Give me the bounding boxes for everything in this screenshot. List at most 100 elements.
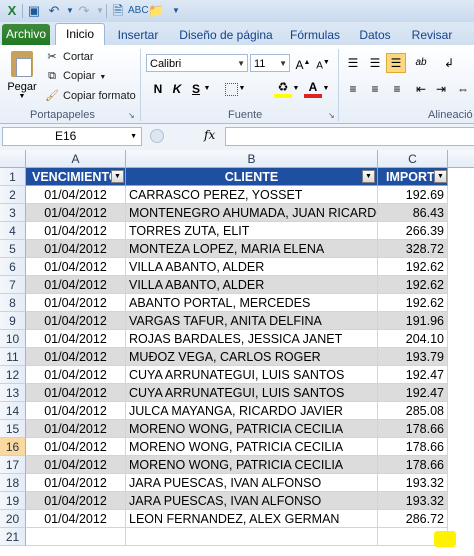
cell-importe[interactable]: 192.62: [378, 276, 448, 294]
row-header[interactable]: 5: [0, 240, 26, 258]
cell-cliente[interactable]: CARRASCO PEREZ, YOSSET: [126, 186, 378, 204]
cell-importe[interactable]: 192.47: [378, 366, 448, 384]
italic-button[interactable]: K: [168, 80, 186, 98]
column-header-b[interactable]: B: [126, 150, 378, 168]
cell-importe[interactable]: 193.32: [378, 492, 448, 510]
customize-icon[interactable]: ▼: [168, 3, 184, 19]
filter-dropdown-icon[interactable]: ▼: [434, 170, 447, 183]
row-header[interactable]: 4: [0, 222, 26, 240]
tab-inicio[interactable]: Inicio: [55, 23, 105, 46]
cell-cliente[interactable]: [126, 528, 378, 546]
tab-diseno-pagina[interactable]: Diseño de página: [174, 25, 278, 45]
wrap-text-icon[interactable]: ↲: [440, 54, 458, 72]
row-header[interactable]: 3: [0, 204, 26, 222]
tab-formulas[interactable]: Fórmulas: [284, 25, 346, 45]
row-header[interactable]: 11: [0, 348, 26, 366]
cell-vencimiento[interactable]: 01/04/2012: [26, 456, 126, 474]
cell-vencimiento[interactable]: 01/04/2012: [26, 204, 126, 222]
cell-importe[interactable]: 192.62: [378, 294, 448, 312]
increase-indent-icon[interactable]: ⇥: [432, 80, 450, 98]
fill-color-icon[interactable]: ♻: [274, 78, 292, 98]
row-header[interactable]: 18: [0, 474, 26, 492]
borders-dropdown-icon[interactable]: ▼: [238, 80, 246, 98]
paste-button[interactable]: Pegar ▼: [4, 49, 40, 105]
cell-cliente[interactable]: MONTEZA LOPEZ, MARIA ELENA: [126, 240, 378, 258]
column-title-importe[interactable]: IMPORTE ▼: [378, 168, 448, 186]
cell-importe[interactable]: 266.39: [378, 222, 448, 240]
cell-cliente[interactable]: ROJAS BARDALES, JESSICA JANET: [126, 330, 378, 348]
cell-vencimiento[interactable]: [26, 528, 126, 546]
tab-archivo[interactable]: Archivo: [2, 24, 50, 45]
select-all-corner[interactable]: [0, 150, 26, 168]
align-right-icon[interactable]: ≡: [388, 80, 406, 98]
cell-importe[interactable]: 178.66: [378, 456, 448, 474]
cell-cliente[interactable]: VILLA ABANTO, ALDER: [126, 276, 378, 294]
row-header[interactable]: 10: [0, 330, 26, 348]
cell-cliente[interactable]: MORENO WONG, PATRICIA CECILIA: [126, 420, 378, 438]
row-header[interactable]: 8: [0, 294, 26, 312]
font-size-combo[interactable]: 11 ▼: [250, 54, 290, 72]
column-header-a[interactable]: A: [26, 150, 126, 168]
dialog-launcher-icon[interactable]: ↘: [128, 111, 135, 120]
cell-vencimiento[interactable]: 01/04/2012: [26, 510, 126, 528]
cell-cliente[interactable]: VARGAS TAFUR, ANITA DELFINA: [126, 312, 378, 330]
undo-icon[interactable]: ↶: [46, 3, 62, 19]
cell-vencimiento[interactable]: 01/04/2012: [26, 348, 126, 366]
name-box[interactable]: E16 ▼: [2, 127, 142, 146]
cell-cliente[interactable]: MORENO WONG, PATRICIA CECILIA: [126, 456, 378, 474]
cell-importe[interactable]: 285.08: [378, 402, 448, 420]
chevron-down-icon[interactable]: ▼: [279, 55, 287, 73]
decrease-indent-icon[interactable]: ⇤: [412, 80, 430, 98]
cell-vencimiento[interactable]: 01/04/2012: [26, 258, 126, 276]
filter-dropdown-icon[interactable]: ▼: [111, 170, 124, 183]
cell-importe[interactable]: 192.62: [378, 258, 448, 276]
cell-vencimiento[interactable]: 01/04/2012: [26, 276, 126, 294]
cell-importe[interactable]: 86.43: [378, 204, 448, 222]
filter-dropdown-icon[interactable]: ▼: [362, 170, 375, 183]
cell-importe[interactable]: 192.69: [378, 186, 448, 204]
merge-center-icon[interactable]: ⇔: [454, 80, 472, 98]
align-top-icon[interactable]: ☰: [344, 54, 362, 72]
row-header[interactable]: 6: [0, 258, 26, 276]
cell-importe[interactable]: 178.66: [378, 420, 448, 438]
cell-importe[interactable]: 192.47: [378, 384, 448, 402]
tab-insertar[interactable]: Insertar: [110, 25, 166, 45]
cell-cliente[interactable]: MUĐOZ VEGA, CARLOS ROGER: [126, 348, 378, 366]
open-icon[interactable]: 📁: [148, 3, 164, 19]
underline-dropdown-icon[interactable]: ▼: [203, 80, 211, 98]
dialog-launcher-icon[interactable]: ↘: [328, 111, 335, 120]
column-title-vencimiento[interactable]: VENCIMIENTO ▼: [26, 168, 126, 186]
align-bottom-icon[interactable]: ☰: [386, 53, 406, 73]
copy-button[interactable]: ⧉ Copiar ▼: [44, 67, 106, 85]
grow-font-icon[interactable]: A▲: [294, 54, 312, 72]
orientation-icon[interactable]: ab: [412, 54, 430, 72]
tab-datos[interactable]: Datos: [352, 25, 398, 45]
cell-vencimiento[interactable]: 01/04/2012: [26, 312, 126, 330]
row-header[interactable]: 9: [0, 312, 26, 330]
column-header-c[interactable]: C: [378, 150, 448, 168]
row-header[interactable]: 19: [0, 492, 26, 510]
cell-cliente[interactable]: TORRES ZUTA, ELIT: [126, 222, 378, 240]
row-header[interactable]: 21: [0, 528, 26, 546]
align-center-icon[interactable]: ≡: [366, 80, 384, 98]
formula-bar-resize-handle[interactable]: [150, 129, 164, 143]
cell-vencimiento[interactable]: 01/04/2012: [26, 384, 126, 402]
tab-revisar[interactable]: Revisar: [404, 25, 460, 45]
cut-button[interactable]: ✂ Cortar: [44, 48, 93, 66]
save-icon[interactable]: ▣: [26, 3, 42, 19]
cell-cliente[interactable]: ABANTO PORTAL, MERCEDES: [126, 294, 378, 312]
font-color-dropdown-icon[interactable]: ▼: [322, 80, 330, 98]
row-header[interactable]: 1: [0, 168, 26, 186]
cell-importe[interactable]: 193.32: [378, 474, 448, 492]
row-header[interactable]: 13: [0, 384, 26, 402]
font-color-icon[interactable]: A: [304, 78, 322, 98]
cell-vencimiento[interactable]: 01/04/2012: [26, 492, 126, 510]
cell-cliente[interactable]: JULCA MAYANGA, RICARDO JAVIER: [126, 402, 378, 420]
redo-icon[interactable]: ↷: [76, 3, 92, 19]
cell-importe[interactable]: 286.72: [378, 510, 448, 528]
formula-input[interactable]: [225, 127, 474, 146]
cell-cliente[interactable]: MORENO WONG, PATRICIA CECILIA: [126, 438, 378, 456]
shrink-font-icon[interactable]: A▼: [314, 54, 332, 72]
column-header-d[interactable]: [448, 150, 474, 168]
row-header[interactable]: 12: [0, 366, 26, 384]
